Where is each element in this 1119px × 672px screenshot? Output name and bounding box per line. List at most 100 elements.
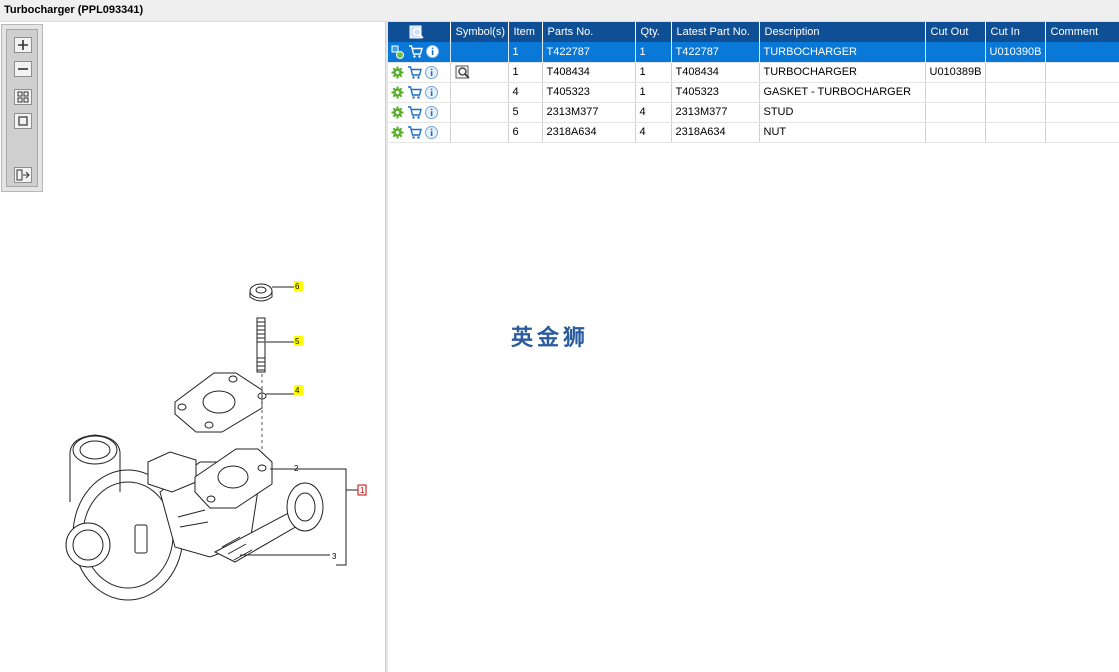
cell-cut-out: [925, 102, 986, 123]
table-header-row: Symbol(s) Item Parts No. Qty. Latest Par…: [388, 22, 1119, 42]
cell-description: TURBOCHARGER: [759, 42, 926, 63]
cell-qty: 1: [635, 62, 672, 83]
row-actions: [388, 122, 451, 143]
info-icon[interactable]: [425, 85, 438, 99]
column-header-comment[interactable]: Comment: [1045, 22, 1119, 42]
callout-6[interactable]: 6: [295, 282, 300, 291]
parts-table: Symbol(s) Item Parts No. Qty. Latest Par…: [388, 22, 1119, 143]
cell-parts-no: 2313M377: [542, 102, 636, 123]
table-row[interactable]: 6 2318A634 4 2318A634 NUT: [388, 122, 1119, 143]
cell-item: 1: [508, 62, 543, 83]
cell-item: 1: [508, 42, 543, 63]
title-bar: Turbocharger (PPL093341): [0, 0, 1119, 22]
cell-qty: 4: [635, 102, 672, 123]
cell-description: NUT: [759, 122, 926, 143]
window-title: Turbocharger (PPL093341): [4, 4, 144, 16]
gear-icon[interactable]: [391, 126, 404, 139]
table-row[interactable]: 1 T422787 1 T422787 TURBOCHARGER U010390…: [388, 42, 1119, 63]
cart-icon[interactable]: [408, 45, 423, 58]
column-header-parts-no[interactable]: Parts No.: [542, 22, 636, 42]
cell-cut-out: U010389B: [925, 62, 986, 83]
turbocharger-body: [65, 434, 324, 601]
illustration-pane[interactable]: 6 5 4 2 1 3: [0, 22, 385, 672]
cell-cut-in: [985, 62, 1046, 83]
cell-cut-out: [925, 42, 986, 63]
cell-parts-no: T422787: [542, 42, 636, 63]
cell-comment: [1045, 122, 1119, 143]
cell-cut-in: [985, 122, 1046, 143]
row-actions: [388, 62, 451, 83]
cart-icon[interactable]: [407, 105, 422, 119]
column-header-actions[interactable]: [388, 22, 451, 42]
cell-cut-in: U010390B: [985, 42, 1046, 63]
callout-1[interactable]: 1: [360, 486, 365, 495]
cell-cut-in: [985, 102, 1046, 123]
cell-qty: 1: [635, 82, 672, 103]
gear-icon[interactable]: [391, 66, 404, 79]
cell-symbol: [450, 122, 509, 143]
nut-part: [249, 283, 273, 302]
exploded-diagram[interactable]: 6 5 4 2 1 3: [0, 22, 385, 672]
cell-qty: 4: [635, 122, 672, 143]
callout-2[interactable]: 2: [294, 464, 299, 473]
cell-comment: [1045, 42, 1119, 63]
column-header-item[interactable]: Item: [508, 22, 543, 42]
gasket-part: [174, 372, 267, 433]
cell-symbol: [450, 42, 509, 63]
cell-description: GASKET - TURBOCHARGER: [759, 82, 926, 103]
row-actions: [388, 42, 451, 63]
row-actions: [388, 102, 451, 123]
callout-4[interactable]: 4: [295, 386, 300, 395]
cell-parts-no: T405323: [542, 82, 636, 103]
table-row[interactable]: 1 T408434 1 T408434 TURBOCHARGER U010389…: [388, 62, 1119, 83]
callout-3[interactable]: 3: [332, 552, 337, 561]
column-header-cut-out[interactable]: Cut Out: [925, 22, 986, 42]
cart-icon[interactable]: [407, 125, 422, 139]
cell-comment: [1045, 102, 1119, 123]
cell-qty: 1: [635, 42, 672, 63]
column-header-cut-in[interactable]: Cut In: [985, 22, 1046, 42]
column-header-latest-part-no[interactable]: Latest Part No.: [671, 22, 760, 42]
cell-cut-out: [925, 82, 986, 103]
info-icon[interactable]: [425, 105, 438, 119]
cell-comment: [1045, 82, 1119, 103]
cell-comment: [1045, 62, 1119, 83]
parts-list-pane: Symbol(s) Item Parts No. Qty. Latest Par…: [388, 22, 1119, 672]
cart-icon[interactable]: [407, 85, 422, 99]
cell-latest-part-no: T405323: [671, 82, 760, 103]
cell-item: 4: [508, 82, 543, 103]
cell-latest-part-no: T422787: [671, 42, 760, 63]
cell-description: TURBOCHARGER: [759, 62, 926, 83]
cell-symbol: [450, 82, 509, 103]
column-header-qty[interactable]: Qty.: [635, 22, 672, 42]
cell-latest-part-no: 2318A634: [671, 122, 760, 143]
column-header-description[interactable]: Description: [759, 22, 926, 42]
cell-parts-no: 2318A634: [542, 122, 636, 143]
cell-item: 6: [508, 122, 543, 143]
part-tree-icon[interactable]: [391, 45, 405, 59]
watermark: 英金狮: [511, 326, 590, 351]
cell-latest-part-no: 2313M377: [671, 102, 760, 123]
magnifier-icon[interactable]: [455, 65, 471, 79]
cell-parts-no: T408434: [542, 62, 636, 83]
table-row[interactable]: 5 2313M377 4 2313M377 STUD: [388, 102, 1119, 123]
cell-item: 5: [508, 102, 543, 123]
table-row[interactable]: 4 T405323 1 T405323 GASKET - TURBOCHARGE…: [388, 82, 1119, 103]
callout-5[interactable]: 5: [295, 337, 300, 346]
cell-symbol: [450, 102, 509, 123]
gear-icon[interactable]: [391, 86, 404, 99]
cell-cut-in: [985, 82, 1046, 103]
info-icon[interactable]: [425, 125, 438, 139]
find-part-icon[interactable]: [409, 25, 425, 39]
info-icon[interactable]: [426, 45, 439, 59]
row-actions: [388, 82, 451, 103]
column-header-symbols[interactable]: Symbol(s): [450, 22, 509, 42]
cell-latest-part-no: T408434: [671, 62, 760, 83]
cart-icon[interactable]: [407, 65, 422, 79]
cell-symbol: [450, 62, 509, 83]
info-icon[interactable]: [425, 65, 438, 79]
stud-part: [256, 317, 266, 373]
cell-cut-out: [925, 122, 986, 143]
cell-description: STUD: [759, 102, 926, 123]
gear-icon[interactable]: [391, 106, 404, 119]
